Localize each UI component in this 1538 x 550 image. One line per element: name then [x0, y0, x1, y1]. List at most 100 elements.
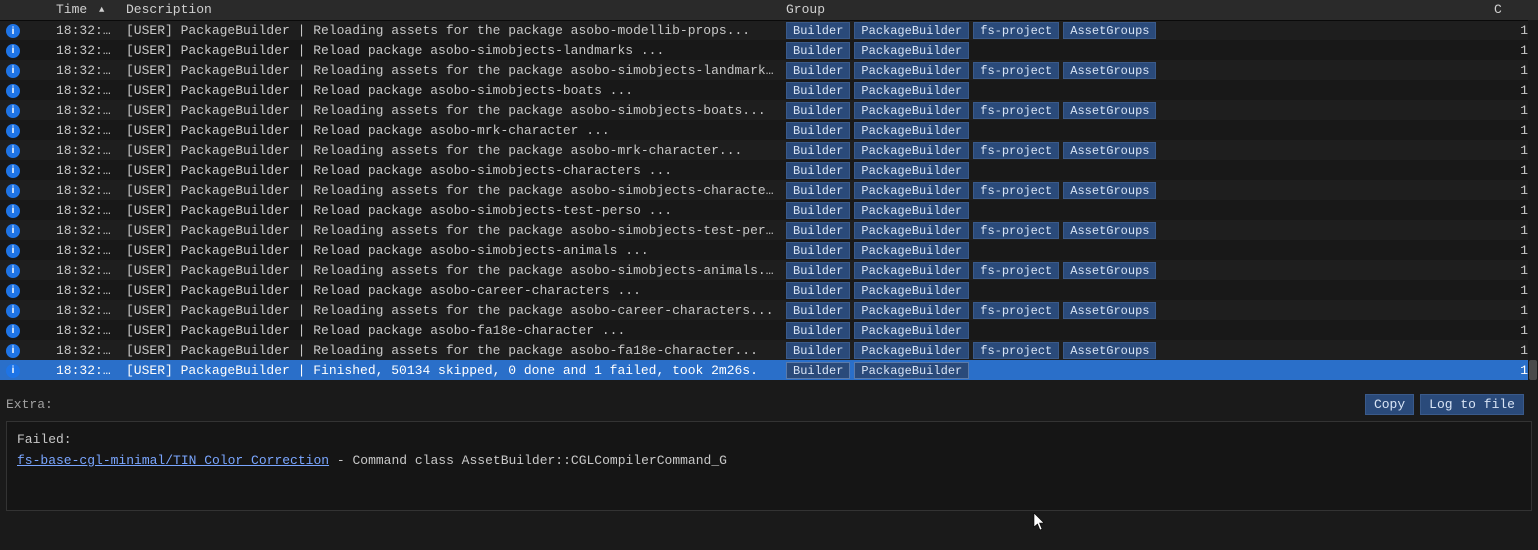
group-tag[interactable]: Builder: [786, 82, 850, 99]
table-row[interactable]: i18:32:18[USER] PackageBuilder | Reload …: [0, 120, 1538, 140]
table-row[interactable]: i18:32:18[USER] PackageBuilder | Reloadi…: [0, 260, 1538, 280]
group-tag[interactable]: fs-project: [973, 182, 1059, 199]
vertical-scrollbar[interactable]: [1528, 20, 1538, 392]
group-tag[interactable]: PackageBuilder: [854, 22, 969, 39]
table-row[interactable]: i18:32:18[USER] PackageBuilder | Reload …: [0, 40, 1538, 60]
group-tag[interactable]: fs-project: [973, 142, 1059, 159]
group-tag[interactable]: Builder: [786, 182, 850, 199]
table-row[interactable]: i18:32:18[USER] PackageBuilder | Reload …: [0, 280, 1538, 300]
group-tag[interactable]: AssetGroups: [1063, 62, 1156, 79]
group-tag[interactable]: PackageBuilder: [854, 122, 969, 139]
group-tag[interactable]: Builder: [786, 202, 850, 219]
group-tag[interactable]: Builder: [786, 162, 850, 179]
group-tag[interactable]: AssetGroups: [1063, 222, 1156, 239]
group-tag[interactable]: Builder: [786, 142, 850, 159]
row-description: [USER] PackageBuilder | Finished, 50134 …: [120, 360, 780, 380]
group-tag[interactable]: Builder: [786, 342, 850, 359]
group-tag[interactable]: Builder: [786, 62, 850, 79]
group-tag[interactable]: Builder: [786, 302, 850, 319]
group-tag[interactable]: PackageBuilder: [854, 302, 969, 319]
group-tag[interactable]: PackageBuilder: [854, 82, 969, 99]
table-row[interactable]: i18:32:18[USER] PackageBuilder | Reload …: [0, 160, 1538, 180]
log-header: Time ▲ Description Group C: [0, 0, 1538, 20]
table-row[interactable]: i18:32:19[USER] PackageBuilder | Reloadi…: [0, 340, 1538, 360]
row-description: [USER] PackageBuilder | Reload package a…: [120, 240, 780, 260]
group-tag[interactable]: fs-project: [973, 222, 1059, 239]
group-tag[interactable]: AssetGroups: [1063, 102, 1156, 119]
header-description[interactable]: Description: [120, 0, 780, 20]
row-group: BuilderPackageBuilder: [780, 280, 1488, 300]
group-tag[interactable]: PackageBuilder: [854, 222, 969, 239]
group-tag[interactable]: Builder: [786, 282, 850, 299]
row-description: [USER] PackageBuilder | Reloading assets…: [120, 260, 780, 280]
group-tag[interactable]: PackageBuilder: [854, 62, 969, 79]
group-tag[interactable]: Builder: [786, 42, 850, 59]
group-tag[interactable]: Builder: [786, 362, 850, 379]
table-row[interactable]: i18:32:18[USER] PackageBuilder | Reload …: [0, 200, 1538, 220]
group-tag[interactable]: PackageBuilder: [854, 142, 969, 159]
table-row[interactable]: i18:32:18[USER] PackageBuilder | Reload …: [0, 80, 1538, 100]
row-group: BuilderPackageBuilderfs-projectAssetGrou…: [780, 300, 1488, 320]
copy-button[interactable]: Copy: [1365, 394, 1414, 415]
group-tag[interactable]: Builder: [786, 102, 850, 119]
row-icon-cell: i: [0, 360, 50, 380]
group-tag[interactable]: fs-project: [973, 62, 1059, 79]
table-row[interactable]: i18:32:18[USER] PackageBuilder | Reloadi…: [0, 180, 1538, 200]
group-tag[interactable]: PackageBuilder: [854, 282, 969, 299]
group-tag[interactable]: Builder: [786, 242, 850, 259]
header-count[interactable]: C: [1488, 0, 1538, 20]
table-row[interactable]: i18:32:18[USER] PackageBuilder | Reloadi…: [0, 100, 1538, 120]
group-tag[interactable]: PackageBuilder: [854, 102, 969, 119]
table-row[interactable]: i18:32:18[USER] PackageBuilder | Reloadi…: [0, 20, 1538, 40]
group-tag[interactable]: PackageBuilder: [854, 342, 969, 359]
mouse-cursor-icon: [1033, 513, 1047, 531]
log-to-file-button[interactable]: Log to file: [1420, 394, 1524, 415]
table-row[interactable]: i18:32:18[USER] PackageBuilder | Reloadi…: [0, 220, 1538, 240]
group-tag[interactable]: PackageBuilder: [854, 262, 969, 279]
group-tag[interactable]: Builder: [786, 262, 850, 279]
group-tag[interactable]: PackageBuilder: [854, 322, 969, 339]
row-icon-cell: i: [0, 140, 50, 160]
header-group[interactable]: Group: [780, 0, 1488, 20]
table-row[interactable]: i18:32:18[USER] PackageBuilder | Reloadi…: [0, 140, 1538, 160]
group-tag[interactable]: AssetGroups: [1063, 182, 1156, 199]
row-icon-cell: i: [0, 60, 50, 80]
table-row[interactable]: i18:32:19[USER] PackageBuilder | Reloadi…: [0, 300, 1538, 320]
group-tag[interactable]: AssetGroups: [1063, 302, 1156, 319]
info-icon: i: [6, 364, 20, 378]
row-time: 18:32:18: [50, 240, 120, 260]
row-icon-cell: i: [0, 200, 50, 220]
group-tag[interactable]: PackageBuilder: [854, 202, 969, 219]
info-icon: i: [6, 204, 20, 218]
group-tag[interactable]: fs-project: [973, 102, 1059, 119]
table-row[interactable]: i18:32:19[USER] PackageBuilder | Reload …: [0, 320, 1538, 340]
group-tag[interactable]: AssetGroups: [1063, 262, 1156, 279]
group-tag[interactable]: Builder: [786, 222, 850, 239]
table-row[interactable]: i18:32:18[USER] PackageBuilder | Reloadi…: [0, 60, 1538, 80]
header-icon[interactable]: [0, 0, 50, 20]
group-tag[interactable]: fs-project: [973, 22, 1059, 39]
group-tag[interactable]: PackageBuilder: [854, 242, 969, 259]
row-icon-cell: i: [0, 120, 50, 140]
group-tag[interactable]: Builder: [786, 22, 850, 39]
row-icon-cell: i: [0, 180, 50, 200]
row-time: 18:32:18: [50, 140, 120, 160]
group-tag[interactable]: Builder: [786, 322, 850, 339]
table-row[interactable]: i18:32:18[USER] PackageBuilder | Reload …: [0, 240, 1538, 260]
header-time[interactable]: Time ▲: [50, 0, 120, 20]
table-row[interactable]: i18:32:19[USER] PackageBuilder | Finishe…: [0, 360, 1538, 380]
sort-asc-icon: ▲: [99, 5, 104, 15]
group-tag[interactable]: AssetGroups: [1063, 342, 1156, 359]
scrollbar-thumb[interactable]: [1529, 360, 1537, 380]
group-tag[interactable]: fs-project: [973, 262, 1059, 279]
group-tag[interactable]: PackageBuilder: [854, 42, 969, 59]
group-tag[interactable]: AssetGroups: [1063, 142, 1156, 159]
group-tag[interactable]: fs-project: [973, 342, 1059, 359]
group-tag[interactable]: AssetGroups: [1063, 22, 1156, 39]
group-tag[interactable]: PackageBuilder: [854, 162, 969, 179]
group-tag[interactable]: fs-project: [973, 302, 1059, 319]
group-tag[interactable]: PackageBuilder: [854, 182, 969, 199]
group-tag[interactable]: Builder: [786, 122, 850, 139]
failed-link[interactable]: fs-base-cgl-minimal/TIN Color Correction: [17, 453, 329, 468]
group-tag[interactable]: PackageBuilder: [854, 362, 969, 379]
